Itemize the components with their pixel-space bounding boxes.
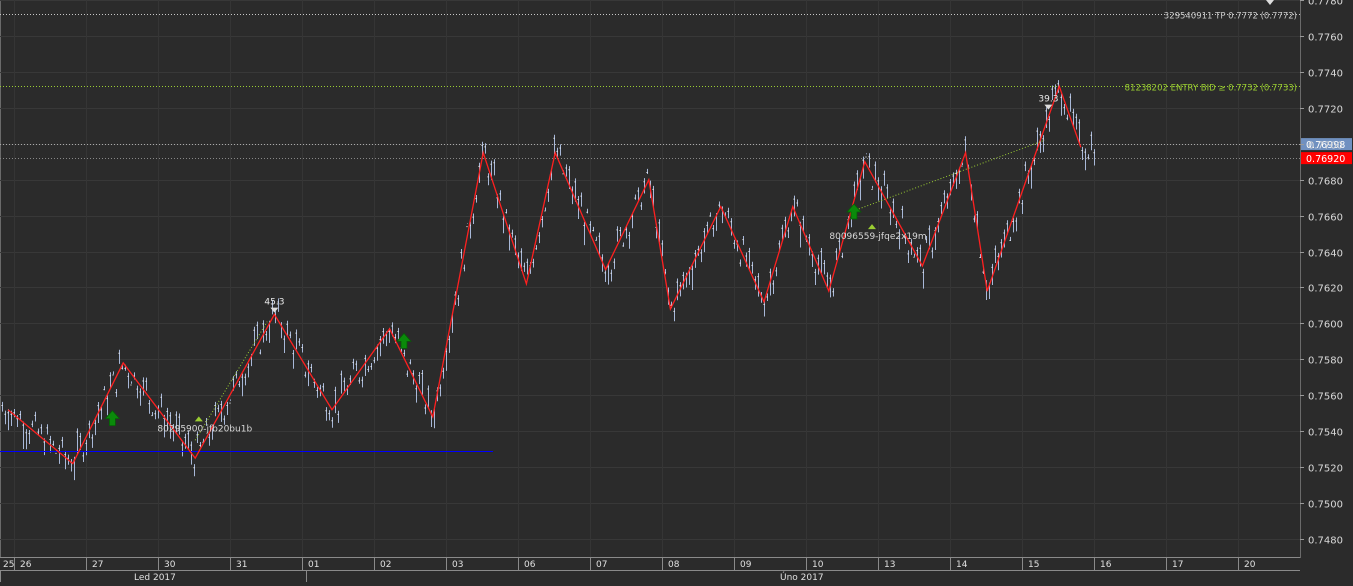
x-day-label: 13 [884,560,895,570]
order-label: 80096559-jfqe2x19m [829,232,926,242]
x-day-label: 02 [380,560,391,570]
y-tick-label: 0.7600 [1308,320,1343,331]
y-tick-label: 0.7640 [1308,249,1343,260]
x-day-label: 01 [308,560,319,570]
y-tick-label: 0.7480 [1308,536,1343,547]
x-day-label: 06 [524,560,536,570]
y-tick-label: 0.7700 [1308,141,1343,152]
price-line-label: 329540911 TP 0.7772 (0.7772) [1164,12,1297,22]
x-day-label: 14 [956,560,968,570]
x-day-label: 25 [3,560,14,570]
x-day-label: 09 [740,560,752,570]
y-tick-label: 0.7740 [1308,69,1343,80]
x-day-label: 10 [812,560,824,570]
y-tick-label: 0.7680 [1308,177,1343,188]
marker-label: 45.3 [264,298,284,308]
chart-canvas[interactable]: 329540911 TP 0.7772 (0.7772) 81238202 ENT… [0,0,1353,583]
price-tag-label: 0.76920 [1306,154,1345,165]
y-tick-label: 0.7560 [1308,392,1343,403]
x-month-label: Led 2017 [134,573,176,582]
y-tick-label: 0.7660 [1308,213,1343,224]
x-day-label: 08 [668,560,680,570]
marker-label: 39.3 [1038,95,1058,105]
x-day-label: 03 [452,560,463,570]
x-day-label: 27 [92,560,103,570]
y-tick-label: 0.7540 [1308,428,1343,439]
y-tick-label: 0.7520 [1308,464,1343,475]
x-day-label: 17 [1172,560,1183,570]
x-month-label: Úno 2017 [780,571,824,582]
y-tick-label: 0.7780 [1308,0,1343,8]
x-day-label: 15 [1028,560,1039,570]
y-tick-label: 0.7500 [1308,500,1343,511]
x-day-label: 07 [596,560,607,570]
forex-chart[interactable]: 329540911 TP 0.7772 (0.7772) 81238202 ENT… [0,0,1353,583]
x-day-label: 31 [236,560,247,570]
price-line-label: 81238202 ENTRY BID ≥ 0.7732 (0.7733) [1125,84,1297,94]
order-label: 80295900-jfb20bu1b [157,424,252,434]
x-day-label: 20 [1244,560,1256,570]
x-day-label: 16 [1100,560,1112,570]
x-day-label: 26 [20,560,32,570]
y-tick-label: 0.7760 [1308,33,1343,44]
x-day-label: 30 [164,560,176,570]
y-tick-label: 0.7720 [1308,105,1343,116]
y-tick-label: 0.7620 [1308,284,1343,295]
y-tick-label: 0.7580 [1308,356,1343,367]
